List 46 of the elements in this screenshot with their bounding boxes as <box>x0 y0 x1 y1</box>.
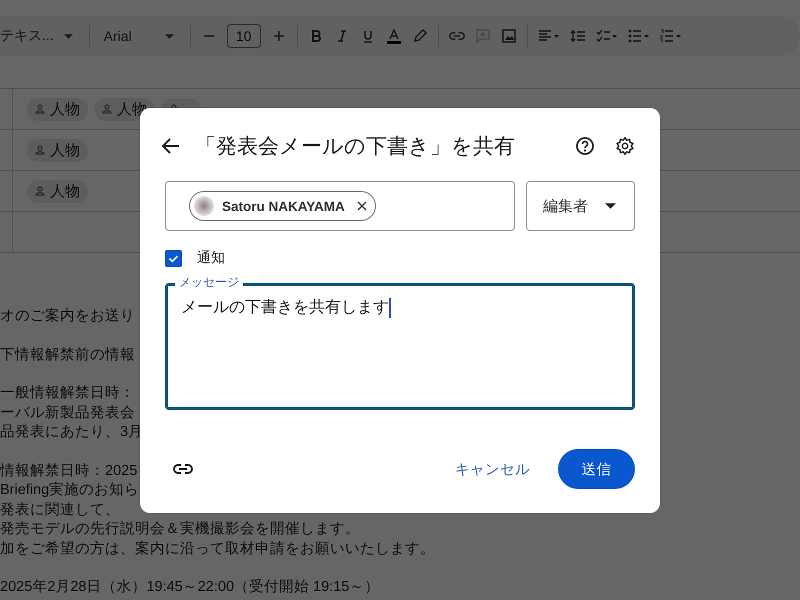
recipient-chip[interactable]: Satoru NAKAYAMA <box>189 191 376 221</box>
caret-icon <box>605 203 616 209</box>
help-icon[interactable] <box>575 136 595 156</box>
cancel-button[interactable]: キャンセル <box>441 450 544 488</box>
document-text: 加をご希望の方は、案内に沿って取材申請をお願いいたします。 <box>0 540 435 558</box>
bulleted-list-icon[interactable] <box>628 28 650 44</box>
dialog-title: 「発表会メールの下書き」を共有 <box>195 134 516 160</box>
person-icon <box>35 145 45 155</box>
highlighter-icon[interactable] <box>412 28 428 44</box>
link-icon[interactable] <box>173 463 193 475</box>
line-spacing-icon[interactable] <box>570 28 586 44</box>
font-size-field[interactable]: 10 <box>226 24 261 48</box>
person-icon <box>35 186 45 196</box>
font-dropdown[interactable]: Arial <box>100 28 180 44</box>
document-text: 情報解禁日時：2025 <box>0 462 138 480</box>
notify-label: 通知 <box>197 249 225 267</box>
message-label: メッセージ <box>175 275 243 289</box>
notify-checkbox[interactable] <box>165 250 182 266</box>
checklist-icon[interactable] <box>596 28 618 44</box>
send-button[interactable]: 送信 <box>558 449 635 489</box>
style-dropdown[interactable]: テキス... <box>0 27 79 45</box>
document-text: 一般情報解禁日時： <box>0 384 135 403</box>
person-chip[interactable]: 人物 <box>27 98 88 120</box>
document-text: 発売モデルの先行説明会＆実機撮影会を開催します。 <box>0 520 360 539</box>
caret-icon <box>164 34 174 38</box>
remove-icon[interactable] <box>356 201 367 211</box>
caret-icon <box>64 34 73 38</box>
person-icon <box>102 104 112 114</box>
text-color-icon[interactable] <box>386 28 402 44</box>
numbered-list-icon[interactable] <box>660 28 682 44</box>
document-text: ーバル新製品発表会 <box>0 404 135 422</box>
document-text: 発表に関連して、 <box>0 500 120 520</box>
settings-icon[interactable] <box>615 136 635 156</box>
person-chip[interactable]: 人物 <box>27 138 88 162</box>
role-dropdown[interactable]: 編集者 <box>526 181 635 231</box>
person-chip[interactable]: 人物 <box>27 180 88 202</box>
document-text: 品発表にあたり、3月 <box>0 423 144 442</box>
document-text: オのご案内をお送り <box>0 307 135 326</box>
person-icon <box>35 104 45 114</box>
document-text: 2025年2月28日（水）19:45～22:00（受付開始 19:15～） <box>0 578 380 597</box>
back-arrow-icon[interactable] <box>161 136 181 156</box>
avatar-icon <box>194 196 214 216</box>
image-icon[interactable] <box>500 28 517 44</box>
document-text: 下情報解禁前の情報 <box>0 346 135 364</box>
people-field[interactable]: Satoru NAKAYAMA <box>165 181 515 231</box>
document-text: Briefing実施のお知ら <box>0 481 140 500</box>
